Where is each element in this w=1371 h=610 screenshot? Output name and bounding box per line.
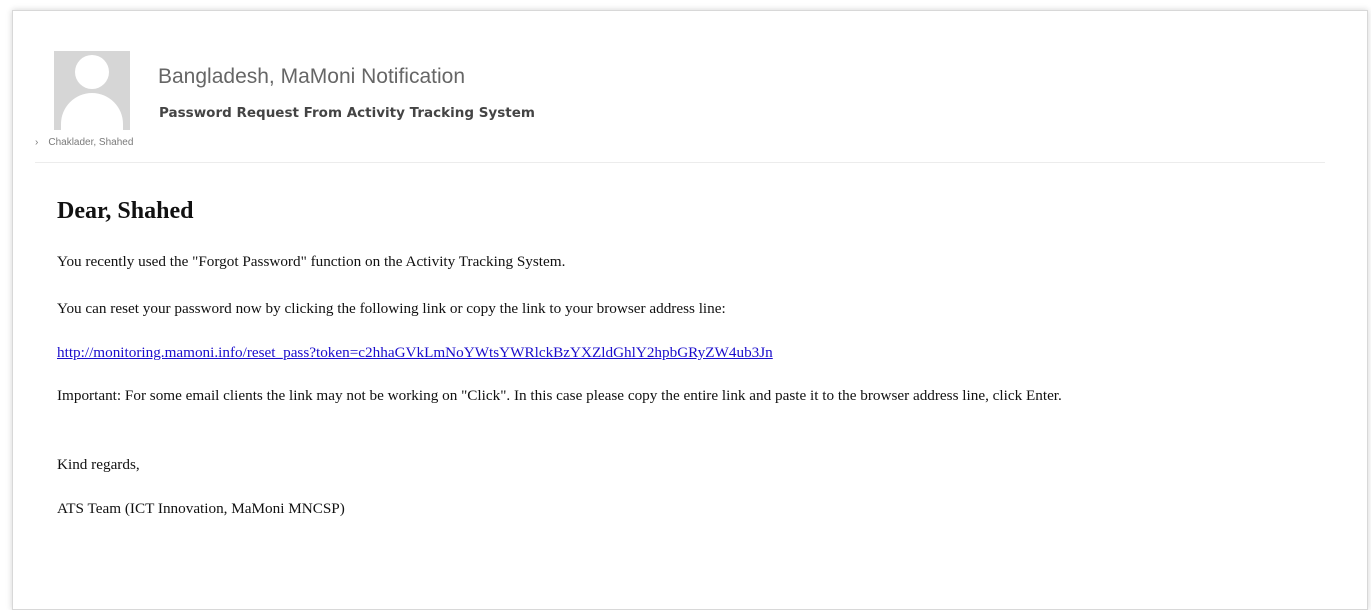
recipient-line: › Chaklader, Shahed [35,137,133,148]
email-subject: Password Request From Activity Tracking … [159,105,535,121]
sender-avatar-icon[interactable] [54,51,130,130]
body-paragraph-forgot-password: You recently used the "Forgot Password" … [57,253,566,270]
sender-name[interactable]: Bangladesh, MaMoni Notification [158,65,465,89]
avatar-body-shape [61,93,123,130]
recipient-name[interactable]: Chaklader, Shahed [48,137,133,148]
closing-text: Kind regards, [57,456,140,473]
body-paragraph-reset-instructions: You can reset your password now by click… [57,300,726,317]
email-header: Bangladesh, MaMoni Notification Password… [13,11,1367,163]
chevron-right-icon: › [35,137,39,148]
avatar-head-shape [75,55,109,89]
greeting-heading: Dear, Shahed [57,198,194,224]
reset-password-link[interactable]: http://monitoring.mamoni.info/reset_pass… [57,344,773,361]
signature-text: ATS Team (ICT Innovation, MaMoni MNCSP) [57,500,345,517]
header-divider [35,162,1325,163]
important-note: Important: For some email clients the li… [57,387,1062,404]
reset-link-paragraph: http://monitoring.mamoni.info/reset_pass… [57,344,773,362]
email-reading-pane: Bangladesh, MaMoni Notification Password… [12,10,1368,610]
